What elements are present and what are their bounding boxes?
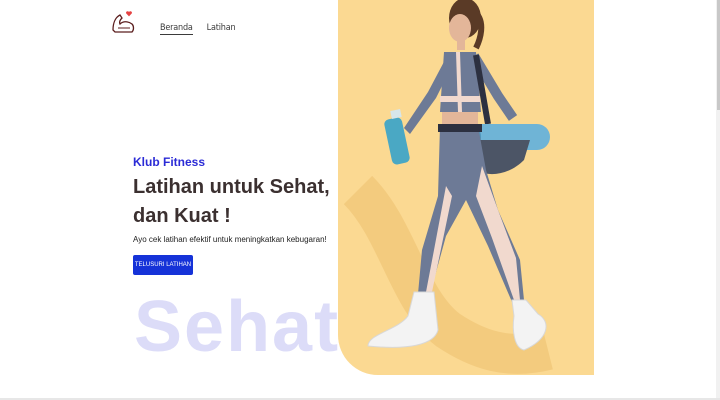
explore-workouts-button[interactable]: TELUSURI LATIHAN bbox=[133, 255, 193, 275]
background-ghost-text: Sehat bbox=[134, 287, 341, 367]
hero-fitness-image bbox=[338, 0, 594, 375]
hero-headline-line-2: dan Kuat ! bbox=[133, 205, 231, 227]
nav-link-latihan[interactable]: Latihan bbox=[207, 23, 236, 35]
flexed-arm-logo-icon[interactable] bbox=[110, 8, 138, 36]
nav-link-beranda[interactable]: Beranda bbox=[160, 23, 193, 35]
hero-subtitle: Klub Fitness bbox=[133, 155, 206, 169]
main-nav: Beranda Latihan bbox=[160, 23, 236, 35]
page-scrollbar[interactable] bbox=[716, 0, 720, 400]
hero-description: Ayo cek latihan efektif untuk meningkatk… bbox=[133, 235, 327, 244]
hero-headline-line-1: Latihan untuk Sehat, bbox=[133, 176, 330, 198]
